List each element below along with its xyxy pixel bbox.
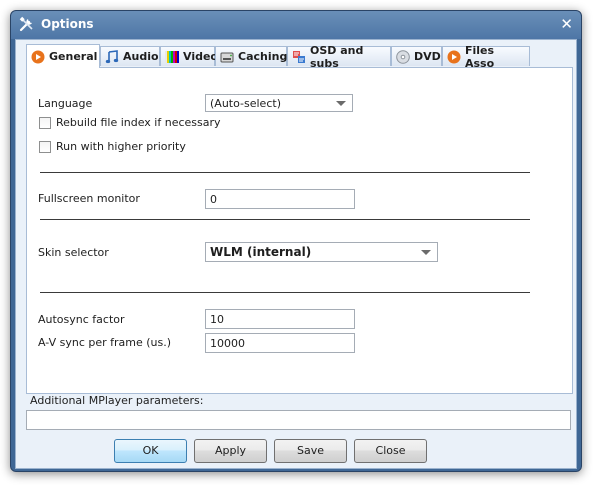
rebuild-index-checkbox[interactable] <box>39 117 51 129</box>
tab-dvd[interactable]: DVD <box>391 46 442 66</box>
language-select-value: (Auto-select) <box>210 97 281 110</box>
tab-audio[interactable]: Audio <box>100 46 160 66</box>
tab-caching[interactable]: Caching <box>215 46 287 66</box>
chevron-down-icon <box>336 101 346 106</box>
separator <box>40 292 530 293</box>
autosync-input[interactable]: 10 <box>205 309 355 329</box>
window-title: Options <box>41 17 94 31</box>
separator <box>40 172 530 173</box>
chevron-down-icon <box>421 250 431 255</box>
tab-label: Files Asso <box>465 43 495 70</box>
tab-osd-and-subs[interactable]: OSD and subs <box>287 44 391 70</box>
tools-icon <box>19 16 33 32</box>
close-window-button[interactable]: ✕ <box>560 15 573 33</box>
tab-label: OSD and subs <box>310 43 364 70</box>
skin-selector-value: WLM (internal) <box>210 245 312 259</box>
skin-selector-select[interactable]: WLM (internal) <box>205 242 438 262</box>
music-note-icon <box>105 49 119 63</box>
color-bars-icon <box>165 50 179 63</box>
tab-general[interactable]: General <box>26 44 100 68</box>
dvd-disc-icon <box>396 49 410 64</box>
tab-video[interactable]: Video <box>160 46 218 66</box>
save-button[interactable]: Save <box>274 439 347 463</box>
mplayer-params-label: Additional MPlayer parameters: <box>30 394 204 407</box>
hard-drive-icon <box>220 52 234 62</box>
tab-files-association[interactable]: Files Asso <box>442 44 530 70</box>
fullscreen-monitor-value: 0 <box>210 193 217 206</box>
language-select[interactable]: (Auto-select) <box>205 94 353 112</box>
higher-priority-label[interactable]: Run with higher priority <box>56 140 186 153</box>
mplayer-params-input[interactable] <box>26 410 571 430</box>
av-sync-label: A-V sync per frame (us.) <box>38 336 172 349</box>
language-label: Language <box>38 97 93 110</box>
subtitles-icon <box>293 50 305 63</box>
av-sync-input[interactable]: 10000 <box>205 333 355 353</box>
general-tab-panel: Language (Auto-select) Rebuild file inde… <box>26 67 573 394</box>
apply-button[interactable]: Apply <box>194 439 267 463</box>
av-sync-value: 10000 <box>210 337 245 350</box>
play-circle-icon <box>447 50 461 63</box>
dialog-client-area: General Audio Video Caching OSD and subs… <box>15 39 577 469</box>
close-button[interactable]: Close <box>354 439 427 463</box>
fullscreen-monitor-label: Fullscreen monitor <box>38 192 140 205</box>
options-window: Options ✕ General Audio Video Caching OS… <box>10 10 582 472</box>
fullscreen-monitor-input[interactable]: 0 <box>205 189 355 209</box>
tab-label: General <box>49 50 98 63</box>
autosync-label: Autosync factor <box>38 313 125 326</box>
ok-button[interactable]: OK <box>114 439 187 463</box>
tab-label: Caching <box>238 50 288 63</box>
higher-priority-checkbox[interactable] <box>39 141 51 153</box>
title-bar[interactable]: Options ✕ <box>11 11 581 39</box>
play-circle-icon <box>31 50 45 63</box>
rebuild-index-label[interactable]: Rebuild file index if necessary <box>56 116 221 129</box>
separator <box>40 219 530 220</box>
autosync-value: 10 <box>210 313 224 326</box>
tab-label: Audio <box>123 50 159 63</box>
skin-selector-label: Skin selector <box>38 246 109 259</box>
tab-label: Video <box>183 50 218 63</box>
tab-label: DVD <box>414 50 441 63</box>
